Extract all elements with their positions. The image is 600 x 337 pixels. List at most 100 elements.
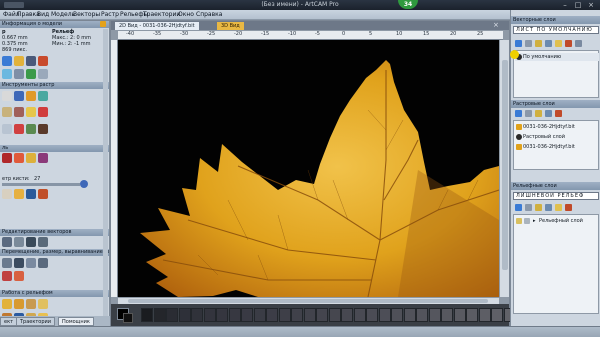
tab-2d-view[interactable]: 2D Вид - 0031-036-2Hjdtyf.bit [115,22,199,30]
palette-swatch[interactable] [491,308,503,322]
relief-combine-icon[interactable] [524,218,530,224]
relief-tools-header[interactable]: Работа с рельефом [0,290,109,297]
scale-icon[interactable] [14,258,24,268]
view-3d-icon[interactable] [26,69,36,79]
layer-props-icon[interactable] [555,40,562,47]
tab-3d-view[interactable]: 3D Вид [217,22,244,30]
eraser-icon[interactable] [38,153,48,163]
distribute-icon[interactable] [14,271,24,281]
delete-relief-layer-icon[interactable] [525,204,532,211]
menu-view[interactable]: Вид [37,10,49,20]
minimize-icon[interactable]: – [560,1,570,9]
palette-swatch[interactable] [266,308,278,322]
relief-layer-props-icon[interactable] [555,204,562,211]
palette-swatch[interactable] [303,308,316,322]
mirror-icon[interactable] [38,258,48,268]
palette-swatch[interactable] [341,308,353,322]
palette-swatch[interactable] [353,308,366,322]
secondary-color-swatch[interactable] [123,313,133,323]
palette-swatch[interactable] [478,308,491,322]
maximize-icon[interactable]: □ [573,1,583,9]
close-icon[interactable]: × [586,1,596,9]
save-icon[interactable] [26,56,36,66]
menu-vectors[interactable]: Векторы [73,10,100,20]
resolution-icon[interactable] [14,69,24,79]
palette-swatch[interactable] [228,308,241,322]
expand-arrow-icon[interactable]: ▸ [533,217,536,225]
relief-visibility-icon[interactable] [516,218,522,224]
palette-swatch[interactable] [378,308,391,322]
palette-swatch[interactable] [278,308,291,322]
vertical-scrollbar[interactable] [499,40,509,297]
drawing-canvas[interactable] [118,40,499,297]
relief-tool-3-icon[interactable] [26,299,36,309]
raster-tool-5-icon[interactable] [2,107,12,117]
menu-window[interactable]: Окно [178,10,194,20]
vector-tool-2-icon[interactable] [14,237,24,247]
align-icon[interactable] [2,271,12,281]
palette-swatch[interactable] [428,308,441,322]
brush-tool-3-icon[interactable] [26,189,36,199]
menu-help[interactable]: Справка [196,10,222,20]
palette-swatch[interactable] [153,308,166,322]
new-raster-layer-icon[interactable] [515,110,522,117]
layer-visible-icon[interactable] [575,40,582,47]
palette-swatch[interactable] [391,308,403,322]
bitmap-icon[interactable] [38,91,48,101]
close-document-icon[interactable]: × [493,22,500,29]
relief-layer-row[interactable]: ▸ Рельефный слой [515,217,599,225]
layer-up-icon[interactable] [535,40,542,47]
palette-swatch[interactable] [141,308,153,322]
model-info-header[interactable]: Информация о модели [0,21,109,28]
palette-swatch[interactable] [203,308,216,322]
relief-sheet-select[interactable]: ЛИШНЕВОЙ РЕЛЬЕФ [513,192,599,200]
left-panel-scrollbar[interactable] [103,29,108,325]
raster-tools-header[interactable]: Инструменты растр [0,82,109,89]
menu-raster[interactable]: Растр [101,10,119,20]
pen-icon[interactable] [14,153,24,163]
raster-tool-7-icon[interactable] [26,107,36,117]
raster-layer-lock-icon[interactable] [555,110,562,117]
new-relief-layer-icon[interactable] [515,204,522,211]
delete-layer-icon[interactable] [525,40,532,47]
new-model-icon[interactable] [2,56,12,66]
vector-layer-row[interactable]: По умолчанию [515,53,599,61]
raster-tool-8-icon[interactable] [38,107,48,117]
palette-swatch[interactable] [366,308,378,322]
palette-swatch[interactable] [291,308,303,322]
relief-layer-lock-icon[interactable] [565,204,572,211]
menu-toolpaths[interactable]: Траектории [143,10,180,20]
select-raster-icon[interactable] [2,91,12,101]
tab-toolpaths[interactable]: Траектории [16,317,56,326]
menu-model[interactable]: Модель [51,10,75,20]
relief-tool-2-icon[interactable] [14,299,24,309]
relief-tool-1-icon[interactable] [2,299,12,309]
raster-layer-down-icon[interactable] [545,110,552,117]
raster-layer-row[interactable]: 0031-036-2Hjdtyf.bit [515,143,599,151]
horizontal-scroll-thumb[interactable] [128,299,488,303]
raster-tool-12-icon[interactable] [38,124,48,134]
raster-tool-10-icon[interactable] [14,124,24,134]
tab-project[interactable]: ект [0,317,18,326]
rotate-icon[interactable] [26,258,36,268]
fill-icon[interactable] [26,153,36,163]
palette-swatch[interactable] [178,308,191,322]
palette-swatch[interactable] [216,308,228,322]
open-folder-icon[interactable] [14,56,24,66]
vector-transform-header[interactable]: Перемещение, размер, выравнивание векто [0,249,109,256]
palette-swatch[interactable] [166,308,178,322]
raster-tool-11-icon[interactable] [26,124,36,134]
raster-layers-header[interactable]: Растровые слои [511,100,600,108]
palette-swatch[interactable] [191,308,203,322]
raster-tool-9-icon[interactable] [2,124,12,134]
raster-to-vector-icon[interactable] [14,91,24,101]
relief-layers-header[interactable]: Рельефные слои [511,182,600,190]
vertical-scroll-thumb[interactable] [502,60,508,270]
palette-swatch[interactable] [241,308,253,322]
horizontal-scrollbar[interactable] [118,297,499,304]
brush-tool-4-icon[interactable] [38,189,48,199]
brush-diameter-slider[interactable] [2,183,80,186]
relief-layer-down-icon[interactable] [545,204,552,211]
palette-swatch[interactable] [441,308,453,322]
raster-layer-row[interactable]: Растровый слой [515,133,599,141]
